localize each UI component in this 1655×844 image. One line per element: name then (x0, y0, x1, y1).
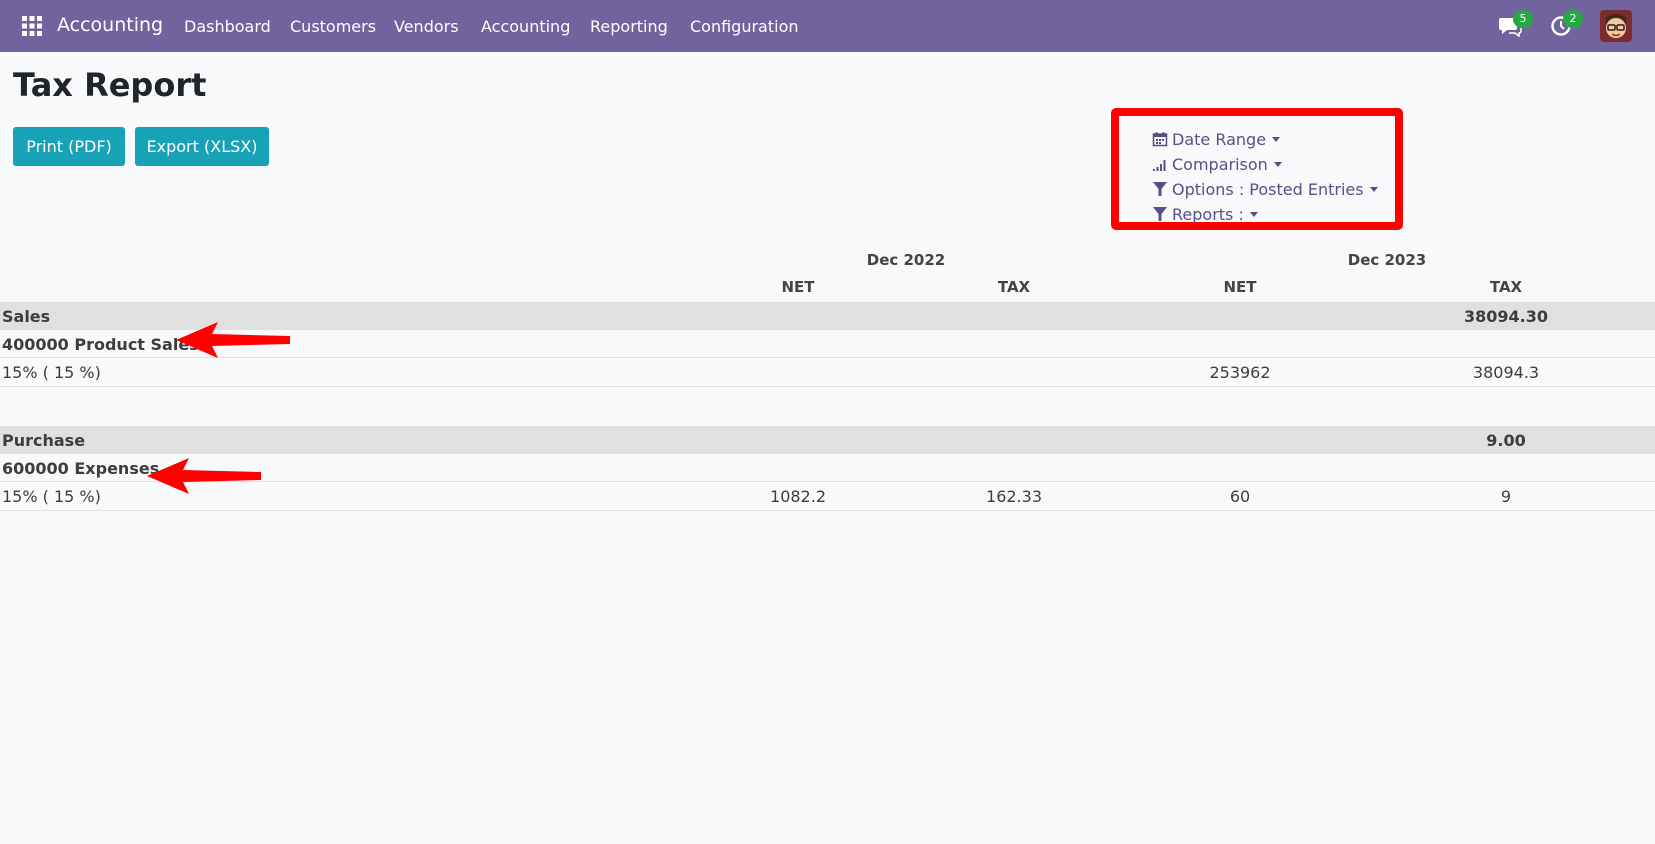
period-header-dec-2022: Dec 2022 (866, 251, 946, 269)
cell-tax-2023: 9.00 (1486, 431, 1526, 450)
cell-net-2023: 60 (1229, 487, 1251, 506)
menu-configuration[interactable]: Configuration (690, 17, 799, 36)
app-name[interactable]: Accounting (57, 14, 163, 36)
caret-down-icon (1249, 212, 1258, 217)
calendar-icon (1152, 132, 1168, 147)
filter-funnel-icon (1153, 182, 1167, 196)
options-filter[interactable]: Options : Posted Entries (1152, 180, 1378, 199)
date-range-label: Date Range (1172, 130, 1267, 149)
activities-badge: 2 (1563, 10, 1583, 28)
options-label: Options : Posted Entries (1172, 180, 1364, 199)
period-header-dec-2023: Dec 2023 (1347, 251, 1427, 269)
print-pdf-button[interactable]: Print (PDF) (13, 127, 125, 166)
menu-customers[interactable]: Customers (290, 17, 376, 36)
user-avatar[interactable] (1600, 10, 1632, 42)
account-label: 400000 Product Sales (2, 335, 199, 354)
apps-grid-icon[interactable] (22, 16, 42, 36)
red-arrow-annotation-icon (176, 322, 290, 358)
top-navbar: Accounting Dashboard Customers Vendors A… (0, 0, 1655, 52)
comparison-filter[interactable]: Comparison (1152, 155, 1282, 174)
cell-net-2023: 253962 (1209, 363, 1271, 382)
cell-net-2022: 1082.2 (770, 487, 826, 506)
red-arrow-annotation-icon (147, 458, 261, 494)
column-header-tax: TAX (997, 278, 1031, 296)
signal-bars-icon (1153, 160, 1166, 171)
table-row[interactable]: Purchase 9.00 (0, 426, 1655, 454)
avatar-face-icon (1600, 10, 1632, 42)
column-header-net: NET (1223, 278, 1257, 296)
table-row[interactable]: 15% ( 15 %) 253962 38094.3 (0, 358, 1655, 387)
export-xlsx-button[interactable]: Export (XLSX) (135, 127, 269, 166)
section-label: Sales (2, 307, 51, 326)
caret-down-icon (1369, 187, 1378, 192)
cell-tax-2023: 38094.3 (1472, 363, 1540, 382)
menu-vendors[interactable]: Vendors (394, 17, 459, 36)
cell-tax-2022: 162.33 (986, 487, 1042, 506)
menu-accounting[interactable]: Accounting (481, 17, 570, 36)
caret-down-icon (1273, 162, 1282, 167)
comparison-label: Comparison (1172, 155, 1268, 174)
reports-filter[interactable]: Reports : (1152, 205, 1258, 224)
date-range-filter[interactable]: Date Range (1152, 130, 1281, 149)
cell-tax-2023: 9 (1500, 487, 1512, 506)
account-label: 600000 Expenses (2, 459, 160, 478)
tax-line-label: 15% ( 15 %) (2, 363, 101, 382)
cell-tax-2023: 38094.30 (1463, 307, 1549, 326)
menu-reporting[interactable]: Reporting (590, 17, 668, 36)
menu-dashboard[interactable]: Dashboard (184, 17, 271, 36)
filter-funnel-icon (1153, 207, 1167, 221)
caret-down-icon (1272, 137, 1281, 142)
messages-badge: 5 (1513, 10, 1533, 28)
section-label: Purchase (2, 431, 86, 450)
reports-label: Reports : (1172, 205, 1244, 224)
page-title: Tax Report (13, 66, 207, 104)
column-header-net: NET (781, 278, 815, 296)
column-header-tax: TAX (1489, 278, 1523, 296)
tax-line-label: 15% ( 15 %) (2, 487, 101, 506)
